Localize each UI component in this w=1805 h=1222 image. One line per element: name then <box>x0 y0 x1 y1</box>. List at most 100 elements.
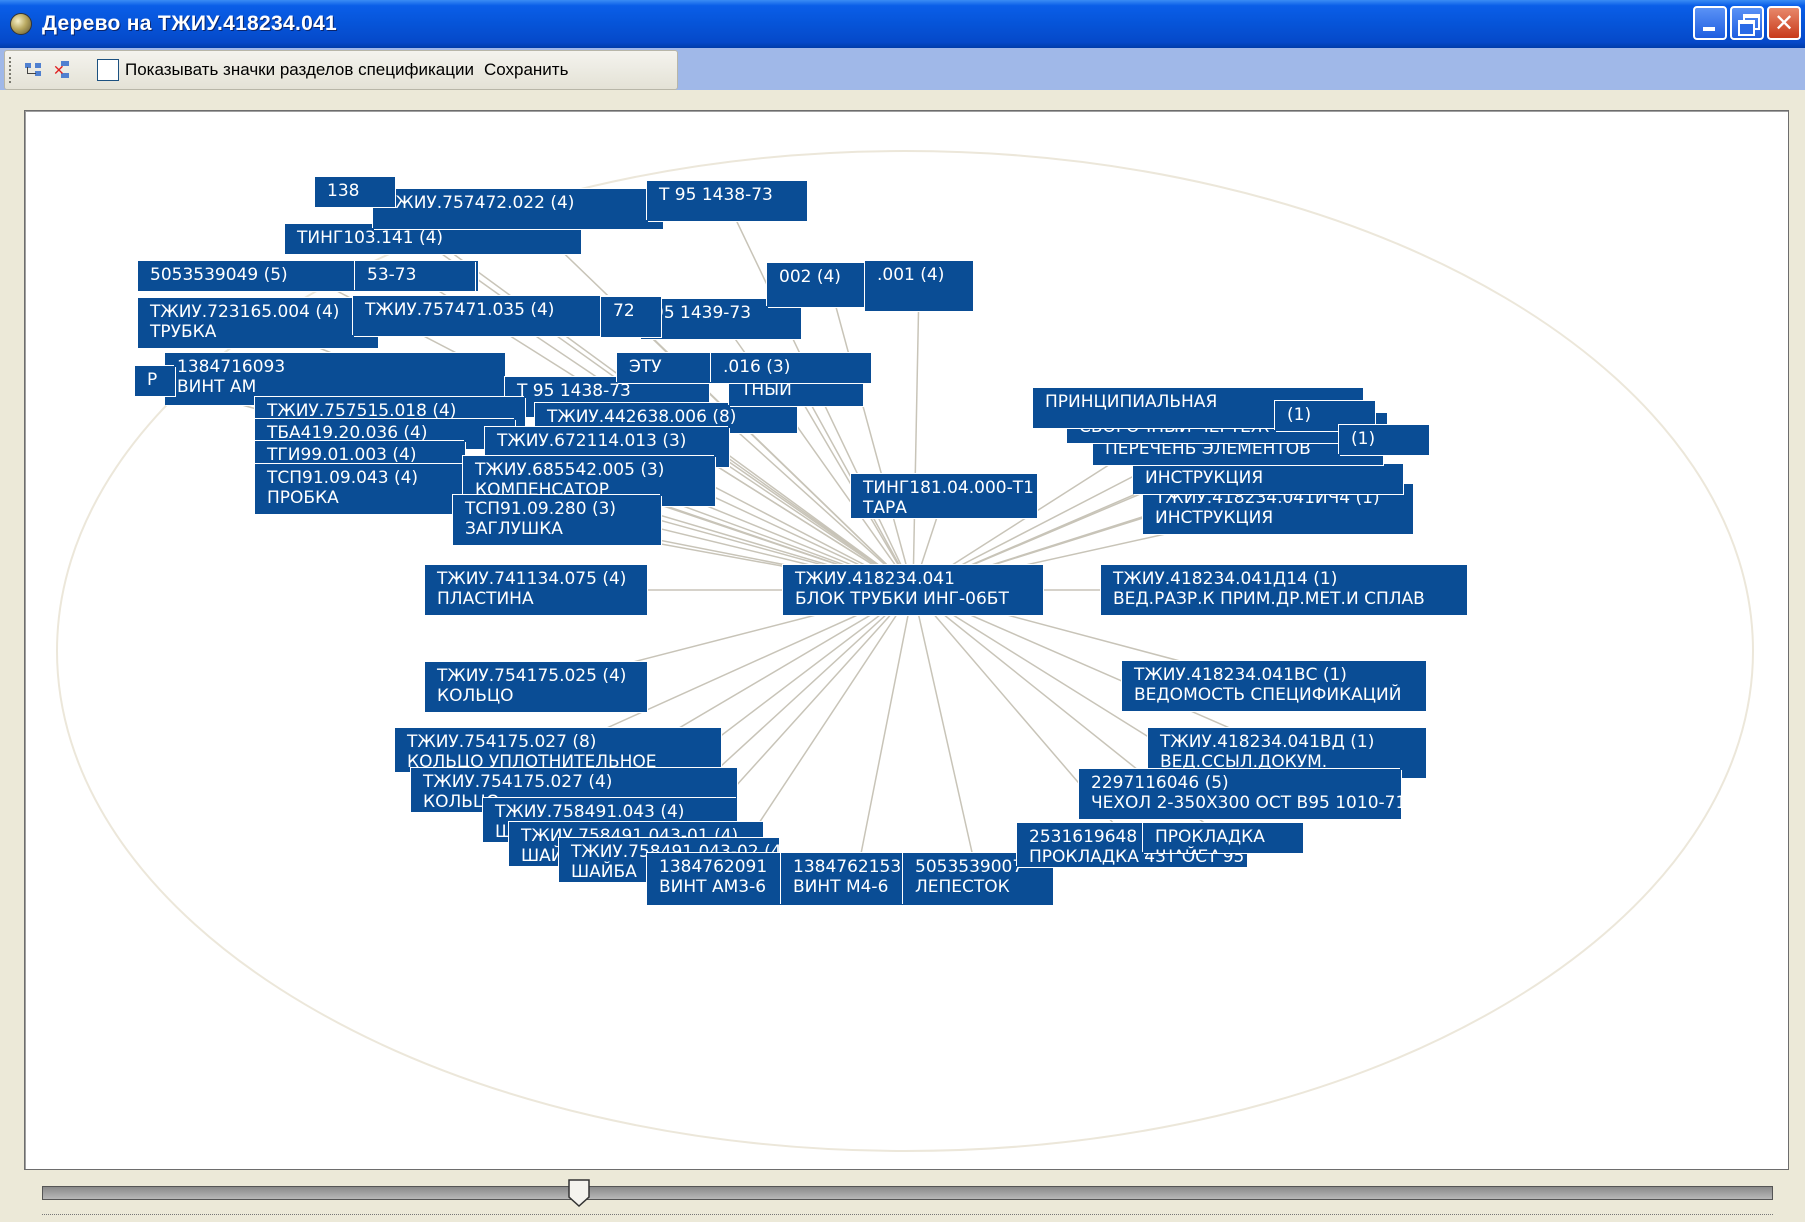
minimize-button[interactable] <box>1693 6 1727 40</box>
tree-node[interactable]: ТСП91.09.043 (4) ПРОБКА <box>255 464 465 514</box>
node-code: ТЖИУ.757515.018 (4) <box>267 401 457 421</box>
node-name: ВИНТ М4-6 <box>793 877 889 897</box>
show-icons-label[interactable]: Показывать значки разделов спецификации <box>125 60 474 80</box>
node-name: ЧЕХОЛ 2-350Х300 ОСТ В95 1010-71 <box>1091 793 1401 813</box>
node-code: ТЖИУ.418234.041Д14 (1) <box>1113 569 1338 589</box>
tree-node[interactable]: 72 <box>601 297 661 337</box>
node-name: ИНСТРУКЦИЯ <box>1155 508 1274 528</box>
tree-edge <box>912 285 920 591</box>
node-code: 1384716093 <box>177 357 286 377</box>
node-code: ТИНГ181.04.000-Т1 (8) <box>863 478 1037 498</box>
node-code: (1) <box>1287 405 1312 425</box>
tree-node[interactable]: ИНСТРУКЦИЯ <box>1133 464 1403 494</box>
collapse-tree-icon[interactable] <box>53 59 75 81</box>
tree-node[interactable]: .016 (3) <box>711 353 871 383</box>
tree-node[interactable]: ЭТУ <box>617 353 717 383</box>
restore-icon-front <box>1738 20 1755 36</box>
tree-node[interactable]: 2297116046 (5) ЧЕХОЛ 2-350Х300 ОСТ В95 10… <box>1079 769 1401 819</box>
node-code: .001 (4) <box>877 265 945 285</box>
tree-node[interactable]: Т 95 1438-73 <box>647 181 807 221</box>
tree-node[interactable]: ТЖИУ.418234.041ВС (1) ВЕДОМОСТЬ СПЕЦИФИКА… <box>1122 661 1426 711</box>
save-button[interactable]: Сохранить <box>482 58 570 82</box>
title-bar: Дерево на ТЖИУ.418234.041 ✕ <box>0 0 1805 48</box>
node-name: КОЛЬЦО <box>437 686 514 706</box>
node-code: ТСП91.09.043 (4) <box>267 468 419 488</box>
tree-edge <box>829 284 914 591</box>
node-name: ТРУБКА <box>150 322 217 342</box>
minimize-icon <box>1703 27 1715 31</box>
slider-ticks <box>42 1214 1773 1218</box>
restore-button[interactable] <box>1730 6 1764 40</box>
node-code: Т 95 1438-73 <box>659 185 773 205</box>
tree-node[interactable]: ТИНГ181.04.000-Т1 (8)ТАРА <box>851 474 1037 518</box>
node-code: ЭТУ <box>629 357 662 377</box>
close-icon: ✕ <box>1773 9 1795 37</box>
tree-node[interactable]: ТЖИУ.757472.022 (4) <box>373 189 663 229</box>
toolstrip: Показывать значки разделов спецификации … <box>4 50 678 90</box>
node-code: ТЖИУ.741134.075 (4) <box>437 569 627 589</box>
node-code: ТЖИУ.723165.004 (4) <box>150 302 340 322</box>
tree-node[interactable]: .001 (4) <box>865 261 973 311</box>
app-icon <box>10 13 32 35</box>
tree-node[interactable]: ТЖИУ.741134.075 (4) ПЛАСТИНА <box>425 565 647 615</box>
node-name: ПРОБКА <box>267 488 339 508</box>
node-code: ТЖИУ.754175.027 (8) <box>407 732 597 752</box>
node-code: .016 (3) <box>723 357 791 377</box>
tree-node[interactable]: ТЖИУ.418234.041Д14 (1) ВЕД.РАЗР.К ПРИМ.ДР… <box>1101 565 1467 615</box>
node-code: Т 95 1438-73 <box>517 381 631 401</box>
node-code: ТНЫЙ <box>741 380 792 400</box>
node-name: БЛОК ТРУБКИ ИНГ-06БТ <box>795 589 1009 609</box>
node-name: ПЛАСТИНА <box>437 589 534 609</box>
node-code: 72 <box>613 301 635 321</box>
close-button[interactable]: ✕ <box>1767 6 1801 40</box>
window-controls: ✕ <box>1693 6 1801 40</box>
tree-node[interactable]: (1) <box>1339 425 1429 455</box>
node-code: ТЖИУ.757472.022 (4) <box>385 193 575 213</box>
node-code: ТЖИУ.754175.027 (4) <box>423 772 613 792</box>
node-code: 1384762091 <box>659 857 768 877</box>
node-code: ТБА419.20.036 (4) <box>267 423 428 443</box>
node-code: (1) <box>1351 429 1376 449</box>
node-code: ТСП91.09.280 (3) <box>465 499 617 519</box>
node-code: Р <box>147 370 158 390</box>
tree-node[interactable]: Р <box>135 366 175 396</box>
expand-tree-icon[interactable] <box>23 59 45 81</box>
tree-node[interactable]: 1384762091 ВИНТ АМ3-6 <box>647 853 797 905</box>
node-name: ВЕД.РАЗР.К ПРИМ.ДР.МЕТ.И СПЛАВ <box>1113 589 1425 609</box>
toolbar: Показывать значки разделов спецификации … <box>0 48 1805 90</box>
node-code: 53-73 <box>367 265 417 285</box>
window-title: Дерево на ТЖИУ.418234.041 <box>42 12 338 35</box>
tree-node[interactable]: 53-73 <box>355 261 475 291</box>
toolstrip-grip[interactable] <box>9 57 15 83</box>
tree-root-node[interactable]: ТЖИУ.418234.041 БЛОК ТРУБКИ ИНГ-06БТ <box>783 565 1043 615</box>
node-code: 2297116046 (5) <box>1091 773 1229 793</box>
zoom-slider-track[interactable] <box>42 1186 1773 1200</box>
node-code: ТЖИУ.418234.041ВС (1) <box>1134 665 1347 685</box>
node-name: ЛЕПЕСТОК <box>915 877 1010 897</box>
node-code: ТЖИУ.418234.041 <box>795 569 955 589</box>
show-icons-checkbox[interactable] <box>97 59 119 81</box>
node-code: ТЖИУ.685542.005 (3) <box>475 460 665 480</box>
node-name: ЗАГЛУШКА <box>465 519 563 539</box>
tree-node[interactable]: ТСП91.09.280 (3) ЗАГЛУШКА <box>453 495 661 545</box>
tree-node[interactable]: 138 <box>315 177 395 207</box>
node-code: ТГИ99.01.003 (4) <box>267 445 417 465</box>
node-code: ТЖИУ.754175.025 (4) <box>437 666 627 686</box>
node-name: ТАРА <box>863 498 907 518</box>
node-code: ТИНГ103.141 (4) <box>297 228 444 248</box>
node-name: ИНСТРУКЦИЯ <box>1145 468 1264 488</box>
tree-canvas[interactable]: ТИНГ181.04.000-Т1 (8)ТАРА ТЖИУ.418234.041… <box>24 110 1789 1170</box>
node-code: ТЖИУ.418234.041ВД (1) <box>1160 732 1375 752</box>
node-code: ТЖИУ.672114.013 (3) <box>497 431 687 451</box>
zoom-slider-thumb[interactable] <box>567 1179 590 1207</box>
node-code: ПРОКЛАДКА <box>1155 827 1265 847</box>
tree-node[interactable]: ТЖИУ.754175.025 (4) КОЛЬЦО <box>425 662 647 712</box>
tree-node[interactable]: ТЖИУ.754175.027 (8) КОЛЬЦО УПЛОТНИТЕЛЬНОЕ <box>395 728 721 772</box>
node-name: ВЕДОМОСТЬ СПЕЦИФИКАЦИЙ <box>1134 685 1402 705</box>
tree-node[interactable]: ПРОКЛАДКАШАЙБА <box>1143 823 1303 853</box>
tree-node[interactable]: ТЖИУ.723165.004 (4) ТРУБКА <box>138 298 378 348</box>
node-name: ШАЙБА <box>1155 847 1291 853</box>
node-code: ТЖИУ.758491.043 (4) <box>495 802 685 822</box>
node-code: ТЖИУ.442638.006 (8) <box>547 407 737 427</box>
node-code: 138 <box>327 181 360 201</box>
